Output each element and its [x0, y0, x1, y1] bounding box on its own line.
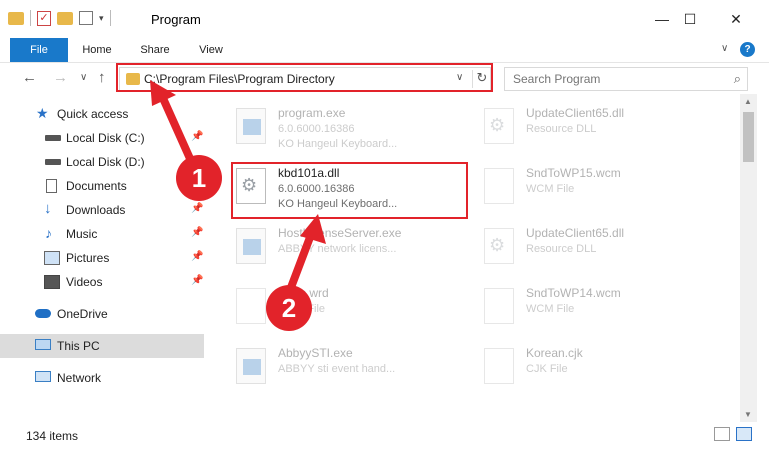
step-two-badge: 2: [266, 285, 312, 331]
annotation-arrows: [150, 80, 326, 302]
arrow-head-icon: [300, 214, 326, 244]
step-one-badge: 1: [176, 155, 222, 201]
